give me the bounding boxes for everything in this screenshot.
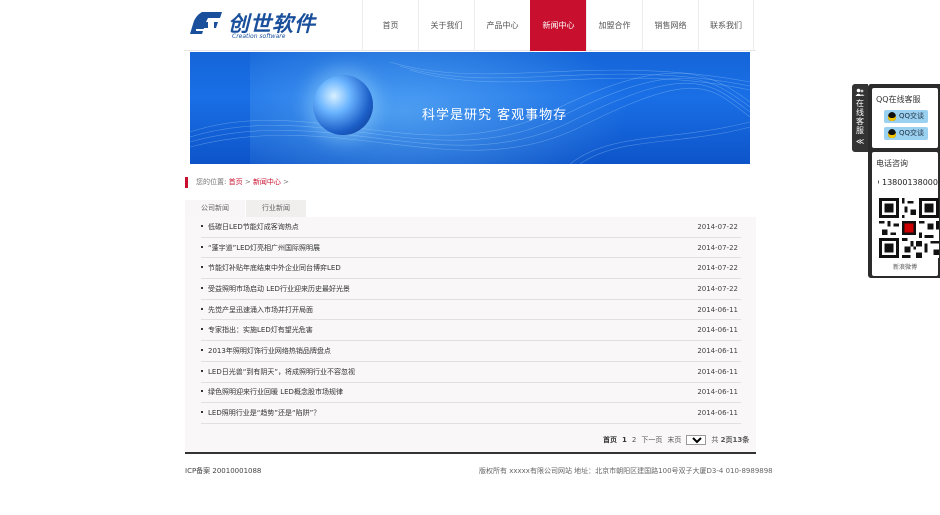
collapse-icon[interactable]: ≪	[852, 137, 868, 146]
breadcrumb-trail: >	[283, 178, 290, 186]
banner-slogan: 科学是研究 客观事物存	[422, 108, 568, 123]
news-title-link[interactable]: 受益照明市场启动 LED行业迎来历史最好光景	[201, 284, 350, 294]
news-title-link[interactable]: 专家指出：实施LED灯有望光危害	[201, 325, 313, 335]
main-nav: 首页 关于我们 产品中心 新闻中心 加盟合作 销售网络 联系我们	[362, 0, 754, 51]
list-item: 受益照明市场启动 LED行业迎来历史最好光景 2014-07-22	[201, 279, 741, 300]
tab-company-news[interactable]: 公司新闻	[185, 200, 245, 217]
list-item: 2013年照明灯饰行业网络热销品牌盘点 2014-06-11	[201, 341, 741, 362]
pager-total: 共 2页13条	[711, 435, 749, 445]
nav-item-home[interactable]: 首页	[362, 0, 418, 51]
phone-icon	[878, 180, 879, 184]
news-date: 2014-06-11	[697, 409, 738, 418]
breadcrumb-prefix: 您的位置:	[196, 178, 227, 186]
list-item: 先觉产呈迅速涌入市场并打开局面 2014-06-11	[201, 300, 741, 321]
phone-service-box: 电话咨询 13800138000 新浪微博	[872, 152, 939, 276]
news-date: 2014-06-11	[697, 326, 738, 335]
news-list-panel: 低碳日LED节能灯成客询热点 2014-07-22 “蓬宇道”LED灯亮相广州国际…	[185, 217, 756, 453]
list-item: 低碳日LED节能灯成客询热点 2014-07-22	[201, 217, 741, 238]
news-date: 2014-07-22	[697, 222, 738, 231]
site-logo[interactable]: 创世软件 Creation software	[188, 6, 338, 46]
news-title-link[interactable]: 低碳日LED节能灯成客询热点	[201, 222, 299, 232]
breadcrumb-home-link[interactable]: 首页	[229, 178, 243, 186]
qq-service-title: QQ在线客服	[876, 95, 921, 104]
pager-total-prefix: 共	[711, 436, 719, 444]
pager-last-link[interactable]: 末页	[667, 435, 681, 445]
nav-item-about[interactable]: 关于我们	[418, 0, 474, 51]
hero-banner: 科学是研究 客观事物存	[190, 52, 750, 164]
content-bottom-divider	[185, 452, 756, 454]
news-date: 2014-06-11	[697, 305, 738, 314]
pager-page-select[interactable]: 1	[686, 435, 707, 445]
news-date: 2014-06-11	[697, 388, 738, 397]
qr-code-image	[879, 198, 939, 258]
news-title-link[interactable]: LED照明行业是“趋势”还是“陷阱”？	[201, 408, 320, 418]
service-people-icon	[855, 88, 865, 96]
news-title-link[interactable]: 2013年照明灯饰行业网络热销品牌盘点	[201, 346, 331, 356]
weibo-link[interactable]: 新浪微博	[872, 262, 938, 271]
pager-total-items: 13条	[732, 436, 750, 444]
list-item: 绿色照明迎来行业回暖 LED概念股市场规律 2014-06-11	[201, 383, 741, 404]
nav-item-products[interactable]: 产品中心	[474, 0, 530, 51]
qq-service-box: QQ在线客服 QQ交谈 QQ交谈	[872, 88, 938, 148]
side-service-tab[interactable]: 在线客服 ≪	[852, 84, 868, 152]
news-tabs: 公司新闻 行业新闻	[185, 200, 307, 217]
phone-service-title: 电话咨询	[876, 159, 908, 168]
news-title-link[interactable]: “蓬宇道”LED灯亮相广州国际照明展	[201, 243, 320, 253]
side-service-panel: QQ在线客服 QQ交谈 QQ交谈 电话咨询 13800138000 新浪微博	[868, 84, 940, 278]
news-date: 2014-06-11	[697, 346, 738, 355]
nav-item-news[interactable]: 新闻中心	[530, 0, 586, 51]
footer-icp: ICP备案 20010001088	[185, 467, 262, 475]
globe-image	[313, 75, 373, 135]
list-item: LED日光兽“到有阴天”，将成照明行业不容忽视 2014-06-11	[201, 362, 741, 383]
phone-line: 13800138000	[878, 177, 938, 187]
news-list: 低碳日LED节能灯成客询热点 2014-07-22 “蓬宇道”LED灯亮相广州国际…	[201, 217, 741, 424]
news-date: 2014-07-22	[697, 264, 738, 273]
news-title-link[interactable]: 节能灯补贴年底结束中外企业同台博弈LED	[201, 263, 341, 273]
qq-chat-button[interactable]: QQ交谈	[884, 127, 928, 140]
list-item: 节能灯补贴年底结束中外企业同台博弈LED 2014-07-22	[201, 258, 741, 280]
phone-number: 13800138000	[882, 177, 938, 187]
pager-first-link[interactable]: 首页	[603, 435, 617, 445]
nav-item-sales-network[interactable]: 销售网络	[642, 0, 698, 51]
tab-industry-news[interactable]: 行业新闻	[246, 200, 306, 217]
list-item: 专家指出：实施LED灯有望光危害 2014-06-11	[201, 320, 741, 342]
qq-chat-button[interactable]: QQ交谈	[884, 110, 928, 123]
news-title-link[interactable]: 绿色照明迎来行业回暖 LED概念股市场规律	[201, 387, 343, 397]
news-date: 2014-07-22	[697, 284, 738, 293]
nav-item-franchise[interactable]: 加盟合作	[586, 0, 642, 51]
side-tab-text: 在线客服	[856, 99, 864, 135]
pager-current-page: 1	[622, 436, 627, 444]
pager-page-2-link[interactable]: 2	[632, 436, 636, 444]
pagination: 首页 1 2 下一页 末页 1 共 2页13条	[603, 435, 749, 445]
footer-copyright: 版权所有 xxxxx有限公司网站 地址：北京市朝阳区建国路100号双子大厦D3-…	[479, 467, 773, 475]
list-item: LED照明行业是“趋势”还是“陷阱”？ 2014-06-11	[201, 403, 741, 424]
breadcrumb: 您的位置: 首页 > 新闻中心 >	[185, 177, 289, 188]
news-title-link[interactable]: 先觉产呈迅速涌入市场并打开局面	[201, 305, 313, 315]
pager-next-link[interactable]: 下一页	[641, 435, 662, 445]
news-title-link[interactable]: LED日光兽“到有阴天”，将成照明行业不容忽视	[201, 367, 355, 377]
nav-item-contact[interactable]: 联系我们	[698, 0, 754, 51]
news-date: 2014-07-22	[697, 243, 738, 252]
breadcrumb-separator: >	[244, 178, 251, 186]
logo-mark-icon	[190, 12, 222, 34]
logo-text-en: Creation software	[232, 33, 286, 40]
pager-total-pages: 2页	[720, 436, 733, 444]
news-date: 2014-06-11	[697, 367, 738, 376]
list-item: “蓬宇道”LED灯亮相广州国际照明展 2014-07-22	[201, 238, 741, 259]
breadcrumb-current-link[interactable]: 新闻中心	[253, 178, 281, 186]
site-header: 创世软件 Creation software 首页 关于我们 产品中心 新闻中心…	[184, 0, 756, 51]
